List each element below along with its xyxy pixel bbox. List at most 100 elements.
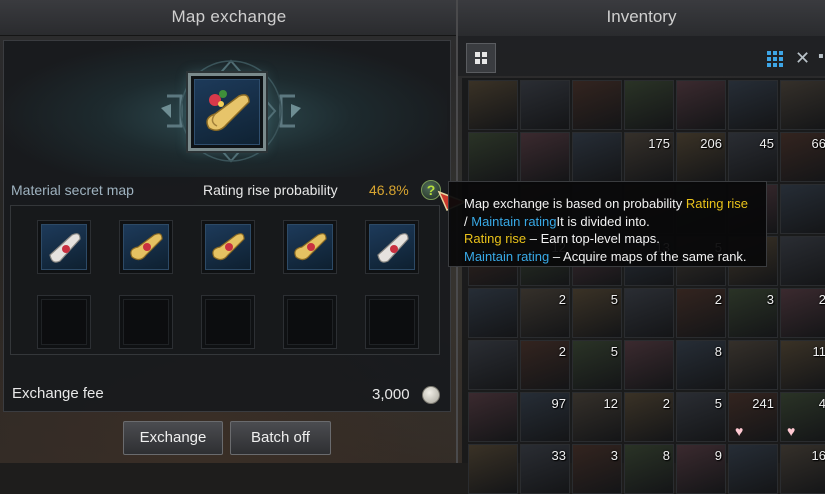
material-slot-empty[interactable]: [37, 295, 91, 349]
item-count: 2: [819, 292, 825, 307]
help-tooltip: Map exchange is based on probability Rat…: [448, 181, 767, 267]
exchange-fee-value: 3,000: [372, 386, 410, 403]
inventory-slot[interactable]: [468, 80, 518, 130]
item-count: 33: [552, 448, 566, 463]
batch-off-button[interactable]: Batch off: [230, 421, 331, 455]
golden-scroll-map-icon: [206, 225, 252, 271]
inventory-slot[interactable]: 8: [624, 444, 674, 494]
inventory-slot[interactable]: 9: [676, 444, 726, 494]
item-count: 8: [663, 448, 670, 463]
inventory-slot[interactable]: [624, 340, 674, 390]
inventory-slot[interactable]: 33: [520, 444, 570, 494]
inventory-slot[interactable]: [728, 444, 778, 494]
inventory-slot[interactable]: 5: [676, 392, 726, 442]
item-count: 5: [611, 344, 618, 359]
inventory-slot[interactable]: 175: [624, 132, 674, 182]
inventory-slot[interactable]: [780, 80, 825, 130]
tooltip-line-4: Maintain rating – Acquire maps of the sa…: [464, 248, 756, 266]
exchange-fee-label: Exchange fee: [12, 385, 104, 402]
inventory-title: Inventory: [458, 7, 825, 27]
inventory-slot[interactable]: 2: [624, 392, 674, 442]
material-slot[interactable]: [119, 220, 173, 274]
inventory-slot[interactable]: 11: [780, 340, 825, 390]
inventory-slot[interactable]: 97: [520, 392, 570, 442]
golden-scroll-map-icon: [288, 225, 334, 271]
result-map-slot[interactable]: [188, 73, 266, 151]
material-slot[interactable]: [365, 220, 419, 274]
inventory-slot[interactable]: [728, 340, 778, 390]
item-count: 3: [767, 292, 774, 307]
item-count: 2: [559, 292, 566, 307]
inventory-slot[interactable]: 5: [572, 288, 622, 338]
material-slot-empty[interactable]: [365, 295, 419, 349]
material-secret-map-label: Material secret map: [11, 182, 134, 198]
grid-view-icon[interactable]: [766, 50, 784, 68]
material-slot[interactable]: [201, 220, 255, 274]
inventory-slot[interactable]: 66: [780, 132, 825, 182]
inventory-slot[interactable]: 2: [676, 288, 726, 338]
item-count: 97: [552, 396, 566, 411]
item-count: 4: [819, 396, 825, 411]
material-slot-empty[interactable]: [283, 295, 337, 349]
inventory-slot[interactable]: [468, 444, 518, 494]
material-slot[interactable]: [37, 220, 91, 274]
inventory-slot[interactable]: [572, 80, 622, 130]
inventory-slot[interactable]: 2: [520, 340, 570, 390]
item-count: 9: [715, 448, 722, 463]
silver-coin-icon: [422, 386, 440, 404]
inventory-slot[interactable]: 3: [572, 444, 622, 494]
inventory-slot[interactable]: 16: [780, 444, 825, 494]
inventory-slot[interactable]: 3: [728, 288, 778, 338]
inventory-slot[interactable]: [624, 288, 674, 338]
item-count: 206: [700, 136, 722, 151]
inventory-slot[interactable]: 206: [676, 132, 726, 182]
inventory-slot[interactable]: [780, 184, 825, 234]
material-slot-empty[interactable]: [119, 295, 173, 349]
inventory-slot[interactable]: [468, 132, 518, 182]
grid-toggle-button[interactable]: [466, 43, 496, 73]
item-count: 5: [715, 396, 722, 411]
inventory-slot[interactable]: [468, 288, 518, 338]
item-count: 12: [604, 396, 618, 411]
material-slot-empty[interactable]: [201, 295, 255, 349]
more-icon[interactable]: ▪: [818, 48, 825, 68]
inventory-slot[interactable]: 241 ♥: [728, 392, 778, 442]
inventory-slot[interactable]: [624, 80, 674, 130]
material-slot[interactable]: [283, 220, 337, 274]
tooltip-line-1: Map exchange is based on probability Rat…: [464, 195, 756, 213]
inventory-slot[interactable]: [676, 80, 726, 130]
item-count: 2: [559, 344, 566, 359]
item-count: 45: [760, 136, 774, 151]
inventory-slot[interactable]: 5: [572, 340, 622, 390]
item-count: 2: [715, 292, 722, 307]
item-count: 16: [812, 448, 825, 463]
inventory-slot[interactable]: 45: [728, 132, 778, 182]
inventory-slot[interactable]: 2: [520, 288, 570, 338]
crossed-tools-icon[interactable]: ✕: [795, 48, 815, 68]
item-count: 3: [611, 448, 618, 463]
inventory-slot[interactable]: [572, 132, 622, 182]
tooltip-line-3: Rating rise – Earn top-level maps.: [464, 230, 756, 248]
inventory-slot[interactable]: [520, 80, 570, 130]
item-count: 66: [812, 136, 825, 151]
golden-scroll-map-icon: [124, 225, 170, 271]
inventory-slot[interactable]: [728, 80, 778, 130]
item-count: 5: [611, 292, 618, 307]
rating-rise-probability-label: Rating rise probability: [203, 182, 338, 198]
favorite-heart-icon: ♥: [735, 423, 743, 439]
item-count: 241: [752, 396, 774, 411]
rolled-scroll-map-icon: [370, 225, 416, 271]
inventory-slot[interactable]: 8: [676, 340, 726, 390]
inventory-slot[interactable]: [468, 392, 518, 442]
inventory-slot[interactable]: [468, 340, 518, 390]
inventory-slot[interactable]: 12: [572, 392, 622, 442]
item-count: 8: [715, 344, 722, 359]
item-count: 2: [663, 396, 670, 411]
inventory-slot[interactable]: 4♥: [780, 392, 825, 442]
favorite-heart-icon: ♥: [787, 423, 795, 439]
inventory-slot[interactable]: [520, 132, 570, 182]
inventory-slot[interactable]: 2: [780, 288, 825, 338]
exchange-button[interactable]: Exchange: [123, 421, 223, 455]
inventory-slot[interactable]: [780, 236, 825, 286]
item-count: 11: [813, 344, 825, 359]
